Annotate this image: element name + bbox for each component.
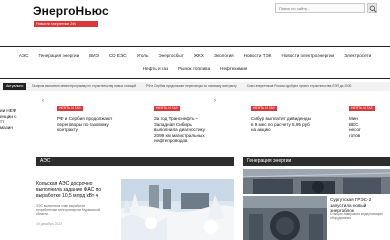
ticker-item[interactable]: Газпром выполнил инвестпрограмму по стро… <box>32 82 146 91</box>
news-card-title[interactable]: Сибур выплатит дивиденды в 9 мес по расч… <box>251 116 335 133</box>
article-image-turbine-hall[interactable] <box>243 169 390 194</box>
ticker-item[interactable]: Союз энергетиков России одобрил проект с… <box>247 82 362 91</box>
nav-item[interactable]: Энергосбыт <box>153 53 188 58</box>
ticker-label: Актуально <box>3 83 27 90</box>
site-tagline: Новости энергетики 24ч <box>34 21 98 27</box>
news-card[interactable]: НЕФТЬ И ГАЗ РФ и Сербия продолжают перег… <box>57 96 137 142</box>
news-card-title[interactable]: ии НЕФ енции с тт мазин <box>0 108 24 130</box>
nav-item[interactable]: Рынок топлива <box>173 66 215 71</box>
news-card[interactable]: НЕФТЬ И ГАЗ Сибур выплатит дивиденды в 9… <box>251 96 335 142</box>
news-card[interactable]: НЕФТЬ И ГАЗ Мин ВЕС несог готов <box>349 96 390 142</box>
search-icon[interactable] <box>367 3 377 13</box>
nav-item[interactable]: Нефтехимия <box>215 66 252 71</box>
search-input[interactable] <box>275 3 365 13</box>
carousel-next-icon[interactable]: › <box>214 98 216 104</box>
article-image-power-plant-winter[interactable] <box>121 179 234 240</box>
section-title-aes[interactable]: АЭС <box>36 157 55 166</box>
site-logo[interactable]: ЭнергоНьюс <box>33 4 109 18</box>
main-navigation: АЭС Генерация энергии ВИЭ СО ЕЭС Уголь Энерго… <box>0 46 390 79</box>
nav-item[interactable]: Нефть и газ <box>138 66 173 71</box>
news-card-title[interactable]: Мин ВЕС несог готов <box>349 116 390 138</box>
article-title[interactable]: Кольская АЭС досрочно выполнила задание … <box>36 181 116 199</box>
news-card[interactable]: ии НЕФ енции с тт мазин <box>0 96 24 142</box>
carousel-prev-icon[interactable]: ‹ <box>42 98 44 104</box>
news-card[interactable]: НЕФТЬ И ГАЗ За год Транснефть – Западная… <box>154 96 236 144</box>
article-image-generator[interactable] <box>243 196 327 240</box>
news-ticker: Актуально Газпром выполнил инвестпрограм… <box>0 82 390 91</box>
news-card-category[interactable]: НЕФТЬ И ГАЗ <box>57 106 83 111</box>
nav-item[interactable]: Экология <box>209 53 239 58</box>
section-header-generation: Генерация энергии <box>243 157 390 166</box>
nav-item[interactable]: ЖКХ <box>189 53 209 58</box>
ticker-items: Газпром выполнил инвестпрограмму по стро… <box>32 82 361 91</box>
news-card-category[interactable]: НЕФТЬ И ГАЗ <box>349 106 375 111</box>
nav-row-primary: АЭС Генерация энергии ВИЭ СО ЕЭС Уголь Энерго… <box>0 53 390 58</box>
news-carousel: ии НЕФ енции с тт мазин НЕФТЬ И ГАЗ РФ и… <box>0 96 390 144</box>
article-excerpt: Станция завершила модернизацию оборудова… <box>330 212 383 220</box>
news-card-title[interactable]: РФ и Сербия продолжают переговоры по газ… <box>57 116 137 133</box>
nav-item[interactable]: ВИЭ <box>84 53 104 58</box>
nav-row-secondary: Нефть и газ Рынок топлива Нефтехимия <box>0 66 390 71</box>
nav-item[interactable]: Новости электроэнергии <box>276 53 339 58</box>
news-card-category[interactable]: НЕФТЬ И ГАЗ <box>154 106 180 111</box>
nav-item[interactable]: СО ЕЭС <box>104 53 132 58</box>
site-header: ЭнергоНьюс Новости энергетики 24ч <box>0 0 390 46</box>
nav-item[interactable]: Новости ТЭК <box>239 53 277 58</box>
article-date: 15 декабря 2023 <box>36 222 63 226</box>
nav-item[interactable]: Уголь <box>132 53 154 58</box>
nav-item[interactable]: АЭС <box>14 53 34 58</box>
nav-item[interactable]: Электросети <box>339 53 376 58</box>
section-header-aes: АЭС <box>36 157 234 166</box>
article-excerpt: ЭЭС выполнила план выработки потребителя… <box>36 204 101 216</box>
news-card-title[interactable]: За год Транснефть – Западная Сибирь выпо… <box>154 116 236 144</box>
news-card-category[interactable]: НЕФТЬ И ГАЗ <box>251 106 277 111</box>
section-title-generation[interactable]: Генерация энергии <box>243 157 296 166</box>
nav-item[interactable]: Генерация энергии <box>33 53 84 58</box>
ticker-item[interactable]: РФ и Сербия продолжают переговоры по газ… <box>146 82 247 91</box>
page: ЭнергоНьюс Новости энергетики 24ч АЭСГен… <box>0 0 390 240</box>
